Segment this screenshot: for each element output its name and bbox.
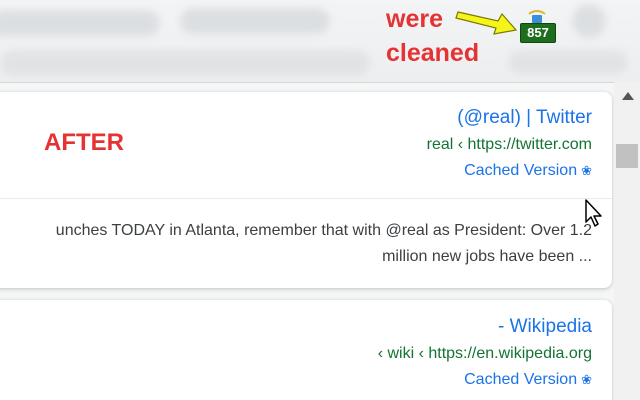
result-title-link[interactable]: - Wikipedia [498,316,592,338]
after-label: AFTER [44,129,124,156]
scrollbar[interactable] [614,82,640,400]
extension-button[interactable]: 857 [519,8,556,43]
blurred-control [572,4,606,38]
cached-version-label: Cached Version [464,162,578,179]
result-url: ‹ wiki ‹ https://en.wikipedia.org [377,345,592,362]
cached-version-link[interactable]: Cached Version ❀ [464,371,592,389]
cached-version-label: Cached Version [464,371,578,388]
bucket-icon [528,10,546,23]
result-title-link[interactable]: (@real) | Twitter [457,107,592,129]
flower-icon: ❀ [581,163,592,178]
blurred-address-bar [0,50,370,76]
yellow-arrow-icon [455,11,518,35]
result-card: - Wikipedia ‹ wiki ‹ https://en.wikipedi… [0,300,612,400]
browser-toolbar: were cleaned 857 [0,0,640,83]
result-snippet: unches TODAY in Atlanta, remember that w… [55,222,592,239]
mouse-cursor-icon [585,199,602,227]
result-card: AFTER (@real) | Twitter real ‹ https://t… [0,92,612,288]
search-results: AFTER (@real) | Twitter real ‹ https://t… [0,82,614,400]
cleaned-count-badge: 857 [520,23,556,43]
cached-version-link[interactable]: Cached Version ❀ [464,162,592,180]
blurred-tab [180,8,330,34]
blurred-tab [0,10,160,36]
annotation-were: were [386,5,443,33]
scroll-thumb[interactable] [616,144,638,168]
annotation-cleaned: cleaned [386,39,480,67]
blurred-control [508,50,628,74]
result-url: real ‹ https://twitter.com [426,136,592,153]
flower-icon: ❀ [581,372,592,387]
scroll-up-arrow-icon[interactable] [622,92,634,100]
result-snippet: million new jobs have been ... [382,248,592,265]
divider [0,198,612,199]
